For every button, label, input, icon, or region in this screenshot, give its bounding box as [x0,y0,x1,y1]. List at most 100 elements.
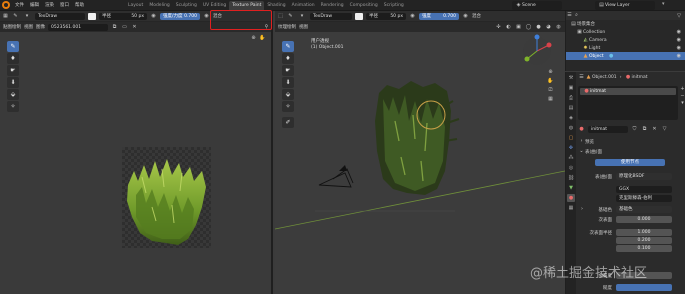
object-tab-icon[interactable]: ▢ [567,134,575,142]
menu-window[interactable]: 窗口 [57,2,72,8]
image-name-field[interactable]: 0523561.001 [48,23,108,31]
roughness-field[interactable] [616,284,672,291]
tab-shading[interactable]: Shading [264,1,288,10]
physics-tab-icon[interactable]: ◎ [567,164,575,172]
unlink-material-icon[interactable]: ✕ [651,126,658,133]
viewport-grid-icon[interactable]: ▦ [547,96,554,103]
fake-user-icon[interactable]: ⛉ [631,126,638,133]
color-swatch[interactable] [88,12,96,20]
draw-tool-icon[interactable]: ✎ [7,41,19,52]
data-tab-icon[interactable]: ▼ [567,184,575,192]
world-tab-icon[interactable]: ◍ [567,124,575,132]
scene-tab-icon[interactable]: ◈ [567,114,575,122]
tab-animation[interactable]: Animation [289,1,318,10]
duplicate-material-icon[interactable]: ⧉ [641,126,648,133]
tab-texture-paint[interactable]: Texture Paint [229,0,265,10]
slot-menu-icon[interactable]: ▾ [679,100,685,107]
image-menu[interactable]: 图像 [36,24,45,30]
outliner-funnel-icon[interactable]: ▽ [677,13,681,19]
add-slot-icon[interactable]: + [679,86,685,93]
close-icon[interactable]: ✕ [131,24,138,31]
material-browse-icon[interactable]: ● [578,126,585,133]
blender-logo-icon[interactable] [2,1,10,9]
pressure-icon[interactable]: ◉ [150,13,157,20]
mask-tool-icon[interactable]: ✧ [7,101,19,112]
scene-collection-row[interactable]: ▤ 场景集合 [566,20,685,28]
pan-icon[interactable]: ✋ [259,35,266,42]
outliner-filter-icon[interactable]: ⌕ [573,12,580,19]
viewport-zoom-icon[interactable]: ⊕ [547,69,554,76]
editor-type-icon[interactable]: ▦ [2,13,9,20]
image-editor[interactable]: ▦ ✎ ▾ TexDraw 半径 50 px ◉ 强度/力度 0.700 ◉ 混… [0,11,273,294]
copy-icon[interactable]: ⧉ [111,24,118,31]
material-slot-list[interactable]: ● initmat [578,86,678,120]
subsurface-method-dropdown[interactable]: 克里斯滕森-伯利 [616,195,672,202]
folder-icon[interactable]: ▭ [121,24,128,31]
soften-tool-icon[interactable]: ♦ [7,53,19,64]
outliner-editor-icon[interactable]: ☰ [566,12,573,19]
base-color-expand-icon[interactable]: › [578,206,586,213]
smear-tool-icon[interactable]: ☛ [7,65,19,76]
preview-panel-header[interactable]: › 预览 [578,138,682,145]
menu-render[interactable]: 渲染 [42,2,57,8]
properties-editor[interactable]: ⚒ ▣ ⎙ ▤ ◈ ◍ ▢ ✜ ⁂ ◎ ⛓ ▼ ● ▦ ☰ ▲ Object.0… [565,72,685,294]
visibility-eye-icon[interactable]: ◉ [677,45,681,51]
menu-help[interactable]: 帮助 [72,2,87,8]
radius-field[interactable]: 半径 50 px [99,12,147,20]
particles-tab-icon[interactable]: ⁂ [567,154,575,162]
brush-mode-dropdown[interactable]: ▾ [22,13,32,20]
surface-shader-field[interactable]: 原理化BSDF [616,173,672,180]
outliner-row-object[interactable]: ▲ Object ● ◉ [566,52,685,60]
material-filter-icon[interactable]: ▽ [661,126,668,133]
fill-tool-icon[interactable]: ⬙ [7,89,19,100]
brush-icon[interactable]: ✎ [12,13,19,20]
clone-tool-icon[interactable]: ⬇ [7,77,19,88]
tab-rendering[interactable]: Rendering [318,1,347,10]
tab-uv-editing[interactable]: UV Editing [200,1,229,10]
paint-mode-dropdown[interactable]: 贴图绘制 [3,24,21,30]
outliner-row-collection[interactable]: ▣ Collection ◉ [566,28,685,36]
options-icon[interactable]: ▾ [662,1,665,7]
base-color-field[interactable]: 基础色 [616,206,672,213]
view-layer-tab-icon[interactable]: ▤ [567,104,575,112]
view-layer-selector[interactable]: ▤ View Layer [595,1,655,10]
subsurface-radius-y[interactable]: 0.200 [616,237,672,244]
menu-file[interactable]: 文件 [12,2,27,8]
scene-selector[interactable]: ◈ Scene [512,1,562,10]
tab-scripting[interactable]: Scripting [381,1,407,10]
distribution-dropdown[interactable]: GGX [616,186,672,193]
tab-modeling[interactable]: Modeling [146,1,172,10]
tab-sculpting[interactable]: Sculpting [173,1,200,10]
tab-compositing[interactable]: Compositing [347,1,381,10]
material-tab-icon[interactable]: ● [567,194,575,202]
surface-panel-header[interactable]: ⌄ 表(曲)面 [578,148,682,155]
strength-pressure-icon[interactable]: ◉ [203,13,210,20]
subsurface-radius-z[interactable]: 0.100 [616,245,672,252]
view-menu[interactable]: 视图 [24,24,33,30]
viewport-pan-icon[interactable]: ✋ [547,78,554,85]
properties-editor-icon[interactable]: ☰ [578,74,585,81]
menu-edit[interactable]: 编辑 [27,2,42,8]
zoom-icon[interactable]: ⊕ [250,35,257,42]
tab-layout[interactable]: Layout [125,1,146,10]
tool-tab-icon[interactable]: ⚒ [567,74,575,82]
subsurface-field[interactable]: 0.000 [616,216,672,223]
constraint-tab-icon[interactable]: ⛓ [567,174,575,182]
visibility-eye-icon[interactable]: ◉ [677,29,681,35]
texture-tab-icon[interactable]: ▦ [567,204,575,212]
viewport-camera-icon[interactable]: ⎚ [547,87,554,94]
3d-viewport[interactable]: ⬚ ✎ ▾ TexDraw 半径 50 px ◉ 强度 0.700 ◉ 混合 纹… [275,11,565,294]
remove-slot-icon[interactable]: − [679,93,685,100]
outliner-row-camera[interactable]: ◭ Camera ◉ [566,36,685,44]
use-nodes-button[interactable]: 使用节点 [595,159,665,166]
render-tab-icon[interactable]: ▣ [567,84,575,92]
modifier-tab-icon[interactable]: ✜ [567,144,575,152]
brush-name-field[interactable]: TexDraw [35,12,85,20]
material-name-field[interactable]: initmat [588,126,628,133]
subsurface-radius-x[interactable]: 1.000 [616,229,672,236]
visibility-eye-icon[interactable]: ◉ [677,37,681,43]
strength-field[interactable]: 强度/力度 0.700 [160,12,200,20]
visibility-eye-icon[interactable]: ◉ [677,53,681,59]
outliner-row-light[interactable]: ✸ Light ◉ [566,44,685,52]
output-tab-icon[interactable]: ⎙ [567,94,575,102]
